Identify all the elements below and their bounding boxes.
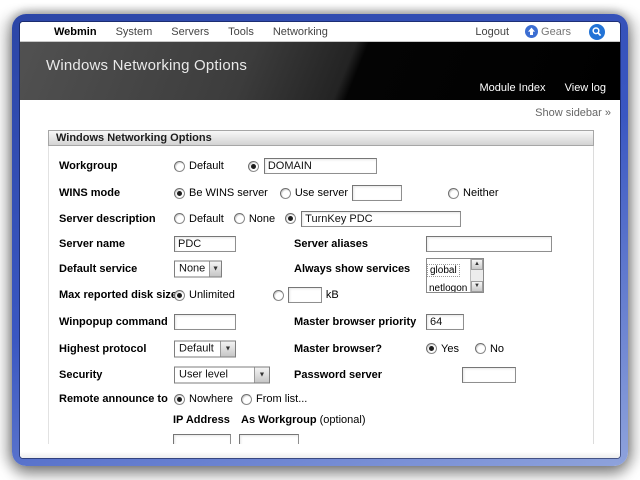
master-browser-priority-label: Master browser priority <box>294 315 417 328</box>
form-row-remote-announce: Remote announce to Nowhere From list... <box>49 388 593 410</box>
wins-use-server-input[interactable] <box>352 185 403 201</box>
wins-neither-radio[interactable] <box>448 187 460 199</box>
server-description-label: Server description <box>59 212 156 225</box>
security-label: Security <box>59 369 103 381</box>
form-row-server-name: Server name Server aliases <box>49 231 593 256</box>
description-custom-radio[interactable] <box>285 213 297 224</box>
options-form: Windows Networking Options Workgroup Def… <box>48 130 594 458</box>
description-default-radio[interactable] <box>174 213 185 224</box>
service-option-global[interactable]: global <box>427 264 460 277</box>
up-arrow-icon <box>525 25 539 38</box>
section-header: Windows Networking Options <box>48 130 594 146</box>
password-server-label: Password server <box>294 369 383 381</box>
main-content: Show sidebar » Windows Networking Option… <box>20 100 620 458</box>
form-row-announce-columns: IP Address As Workgroup (optional) <box>49 410 593 430</box>
master-browser-no-label: No <box>489 342 505 355</box>
disk-unlimited-radio[interactable] <box>174 289 185 301</box>
workgroup-default-option-label: Default <box>189 160 224 172</box>
menu-item-system[interactable]: System <box>116 26 153 38</box>
menu-item-servers[interactable]: Servers <box>171 26 209 38</box>
winpopup-command-label: Winpopup command <box>59 315 168 328</box>
announce-from-list-radio[interactable] <box>241 393 253 405</box>
disk-unlimited-label: Unlimited <box>189 289 235 301</box>
server-name-input[interactable] <box>174 235 236 252</box>
page-background: Webmin System Servers Tools Networking L… <box>0 0 640 480</box>
wins-be-server-radio[interactable] <box>174 187 185 199</box>
wins-mode-label: WINS mode <box>59 187 121 199</box>
disk-size-input[interactable] <box>287 287 322 303</box>
window-content: Webmin System Servers Tools Networking L… <box>20 22 620 458</box>
top-menubar: Webmin System Servers Tools Networking L… <box>20 22 620 42</box>
server-aliases-label: Server aliases <box>294 237 369 250</box>
form-row-server-description: Server description Default None <box>49 206 593 231</box>
description-input[interactable] <box>301 210 462 227</box>
dropdown-arrow-icon: ▼ <box>254 367 269 383</box>
winpopup-command-input[interactable] <box>174 313 236 330</box>
wins-be-server-label: Be WINS server <box>189 187 268 199</box>
scroll-up-icon[interactable]: ▲ <box>471 259 483 270</box>
form-row-security: Security User level ▼ Password server <box>49 362 593 388</box>
search-icon[interactable] <box>589 23 605 40</box>
disk-size-unit: kB <box>325 289 339 301</box>
as-workgroup-column-label: As Workgroup (optional) <box>241 414 366 426</box>
workgroup-custom-radio[interactable] <box>247 160 259 172</box>
max-disk-size-label: Max reported disk size <box>59 289 177 301</box>
wins-neither-label: Neither <box>463 187 499 199</box>
listbox-scrollbar[interactable]: ▲ ▼ <box>470 259 483 292</box>
browser-window: Webmin System Servers Tools Networking L… <box>12 14 628 466</box>
master-browser-priority-input[interactable] <box>426 313 464 330</box>
wins-use-server-label: Use server <box>294 187 349 199</box>
master-browser-no-radio[interactable] <box>474 343 486 354</box>
form-row-default-service: Default service None ▼ Always show servic… <box>49 256 593 293</box>
description-none-label: None <box>248 212 276 225</box>
announce-nowhere-label: Nowhere <box>189 393 234 405</box>
user-badge[interactable]: Gears <box>525 25 571 38</box>
always-show-services-listbox[interactable]: global netlogon profiles ▲ ▼ <box>426 258 484 293</box>
module-index-link[interactable]: Module Index <box>480 82 546 94</box>
always-show-services-label: Always show services <box>294 263 411 275</box>
optional-note: (optional) <box>319 414 366 426</box>
service-option-netlogon[interactable]: netlogon <box>427 283 469 292</box>
dropdown-arrow-icon: ▼ <box>209 261 221 277</box>
disk-custom-radio[interactable] <box>272 289 284 301</box>
form-row-wins-mode: WINS mode Be WINS server Use server Neit… <box>49 180 593 206</box>
viewport-bottom-cutoff <box>20 444 620 458</box>
description-none-radio[interactable] <box>233 213 245 224</box>
master-browser-yes-label: Yes <box>441 342 459 355</box>
security-select[interactable]: User level ▼ <box>174 366 270 384</box>
form-row-max-disk-size: Max reported disk size Unlimited kB <box>49 282 593 308</box>
master-browser-label: Master browser? <box>294 342 383 355</box>
view-log-link[interactable]: View log <box>565 82 606 94</box>
ip-address-column-label: IP Address <box>173 414 230 426</box>
highest-protocol-select[interactable]: Default ▼ <box>174 340 236 357</box>
user-name: Gears <box>541 25 571 38</box>
page-title: Windows Networking Options <box>46 57 248 74</box>
logout-link[interactable]: Logout <box>475 26 509 38</box>
workgroup-input[interactable] <box>263 158 377 174</box>
menu-item-networking[interactable]: Networking <box>273 26 328 38</box>
wins-use-server-radio[interactable] <box>279 187 291 199</box>
form-row-workgroup: Workgroup Default <box>49 152 593 180</box>
password-server-input[interactable] <box>462 367 516 383</box>
default-service-label: Default service <box>59 263 138 275</box>
form-row-highest-protocol: Highest protocol Default ▼ Master browser… <box>49 335 593 362</box>
master-browser-yes-radio[interactable] <box>426 343 437 354</box>
page-header: Windows Networking Options Module Index … <box>20 42 620 100</box>
remote-announce-label: Remote announce to <box>59 393 168 405</box>
show-sidebar-link[interactable]: Show sidebar » <box>535 107 611 119</box>
highest-protocol-label: Highest protocol <box>59 342 147 355</box>
workgroup-default-radio[interactable] <box>174 160 185 172</box>
dropdown-arrow-icon: ▼ <box>220 341 235 356</box>
server-name-label: Server name <box>59 237 126 250</box>
server-aliases-input[interactable] <box>426 235 552 252</box>
menu-item-webmin[interactable]: Webmin <box>54 26 97 38</box>
menu-item-tools[interactable]: Tools <box>228 26 254 38</box>
workgroup-label: Workgroup <box>59 160 118 172</box>
default-service-select[interactable]: None ▼ <box>174 260 222 278</box>
announce-from-list-label: From list... <box>256 393 308 405</box>
description-default-label: Default <box>189 212 224 225</box>
form-row-winpopup: Winpopup command Master browser priority <box>49 308 593 335</box>
announce-nowhere-radio[interactable] <box>174 393 185 405</box>
scroll-down-icon[interactable]: ▼ <box>471 281 483 292</box>
